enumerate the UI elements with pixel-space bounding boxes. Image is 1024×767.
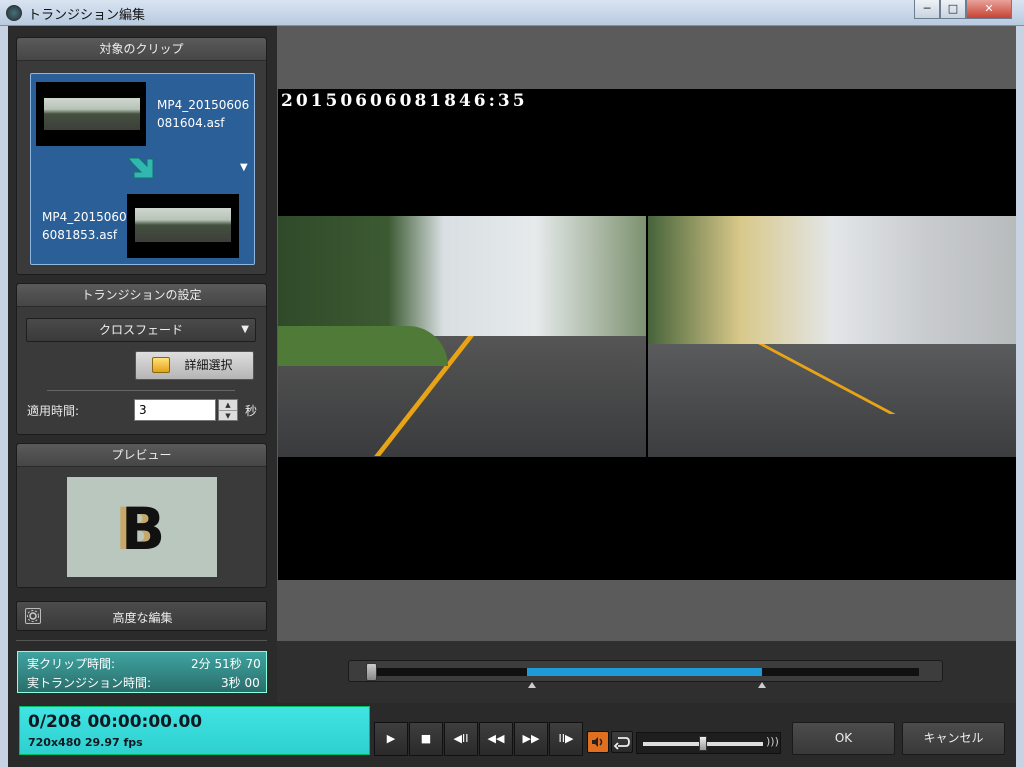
window-border-right bbox=[1016, 26, 1024, 767]
clips-header: 対象のクリップ bbox=[17, 38, 266, 61]
stop-button[interactable]: ■ bbox=[409, 722, 443, 756]
preview-header: プレビュー bbox=[17, 444, 266, 467]
stepper-down-icon[interactable]: ▼ bbox=[219, 411, 237, 421]
chevron-down-icon: ▼ bbox=[241, 324, 249, 335]
stepper-up-icon[interactable]: ▲ bbox=[219, 400, 237, 411]
clip-time-value: 2分 51秒 70 bbox=[191, 657, 261, 671]
ok-button[interactable]: OK bbox=[792, 722, 895, 755]
clip-dropdown-arrow[interactable]: ▼ bbox=[240, 162, 248, 173]
detail-select-button[interactable]: 詳細選択 bbox=[135, 351, 254, 380]
video-format: 720x480 29.97 fps bbox=[28, 736, 143, 749]
transition-time-label: 実トランジション時間: bbox=[27, 676, 152, 690]
clip-info-box: 実クリップ時間: 2分 51秒 70 実トランジション時間: 3秒 00 bbox=[17, 651, 267, 693]
duration-stepper[interactable]: ▲ ▼ bbox=[218, 399, 238, 421]
duration-input[interactable]: 3 bbox=[134, 399, 216, 421]
maximize-button[interactable]: □ bbox=[940, 0, 966, 19]
rewind-button[interactable]: ◀◀ bbox=[479, 722, 513, 756]
folder-icon bbox=[152, 357, 170, 373]
clip-time-label: 実クリップ時間: bbox=[27, 657, 116, 671]
play-button[interactable]: ▶ bbox=[374, 722, 408, 756]
preview-panel: プレビュー B bbox=[16, 443, 267, 588]
preview-image: B bbox=[67, 477, 217, 577]
timeline-area bbox=[277, 641, 1016, 703]
volume-icon: ))) bbox=[766, 735, 779, 748]
transition-type-value: クロスフェード bbox=[98, 323, 183, 337]
video-area: 20150606081846:35 bbox=[277, 26, 1016, 641]
window-title: トランジション編集 bbox=[28, 8, 146, 23]
advanced-edit-button[interactable]: 高度な編集 bbox=[16, 601, 267, 631]
clip-pair-card[interactable]: MP4_20150606 081604.asf ▼ MP4_2015060 60… bbox=[30, 73, 255, 265]
timeline-track[interactable] bbox=[348, 660, 943, 682]
divider bbox=[16, 640, 267, 641]
video-right-view bbox=[648, 216, 1016, 457]
cancel-button[interactable]: キャンセル bbox=[902, 722, 1005, 755]
frame-position: 0/208 00:00:00.00 bbox=[28, 712, 203, 732]
clip-a-name: MP4_20150606 081604.asf bbox=[157, 98, 250, 130]
volume-thumb[interactable] bbox=[699, 736, 707, 751]
transition-start-marker[interactable] bbox=[528, 682, 536, 688]
transition-settings-panel: トランジションの設定 クロスフェード ▼ 詳細選択 適用時間: 3 ▲ ▼ 秒 bbox=[16, 283, 267, 435]
transition-type-select[interactable]: クロスフェード ▼ bbox=[26, 318, 256, 342]
video-timestamp: 20150606081846:35 bbox=[281, 91, 528, 111]
clip-b-thumbnail bbox=[127, 194, 239, 258]
transition-time-value: 3秒 00 bbox=[221, 676, 260, 690]
video-frame: 20150606081846:35 bbox=[278, 89, 1016, 580]
frame-counter: 0/208 00:00:00.00 720x480 29.97 fps bbox=[19, 706, 370, 755]
minimize-button[interactable]: ─ bbox=[914, 0, 940, 19]
duration-unit: 秒 bbox=[245, 404, 258, 418]
timeline-scrubber[interactable] bbox=[366, 663, 377, 681]
loop-icon[interactable] bbox=[611, 731, 633, 753]
app-icon bbox=[6, 5, 22, 21]
volume-slider[interactable]: ))) bbox=[636, 732, 781, 754]
advanced-edit-label: 高度な編集 bbox=[112, 611, 173, 625]
clip-b-name: MP4_2015060 6081853.asf bbox=[42, 210, 127, 242]
close-button[interactable]: ✕ bbox=[966, 0, 1012, 19]
clips-panel: 対象のクリップ MP4_20150606 081604.asf ▼ MP4_20… bbox=[16, 37, 267, 275]
video-left-view bbox=[278, 216, 646, 457]
duration-label: 適用時間: bbox=[27, 404, 80, 418]
preview-letter: B bbox=[121, 495, 166, 563]
speaker-icon[interactable] bbox=[587, 731, 609, 753]
clip-a-thumbnail bbox=[36, 82, 146, 146]
transition-range bbox=[527, 668, 762, 676]
fast-forward-button[interactable]: ▶▶ bbox=[514, 722, 548, 756]
window-border-left bbox=[0, 26, 8, 767]
prev-frame-button[interactable]: ◀II bbox=[444, 722, 478, 756]
next-frame-button[interactable]: II▶ bbox=[549, 722, 583, 756]
transition-header: トランジションの設定 bbox=[17, 284, 266, 307]
transition-end-marker[interactable] bbox=[758, 682, 766, 688]
title-bar: トランジション編集 ─ □ ✕ bbox=[0, 0, 1024, 26]
arrow-down-right-icon bbox=[125, 154, 157, 184]
divider bbox=[47, 390, 235, 391]
